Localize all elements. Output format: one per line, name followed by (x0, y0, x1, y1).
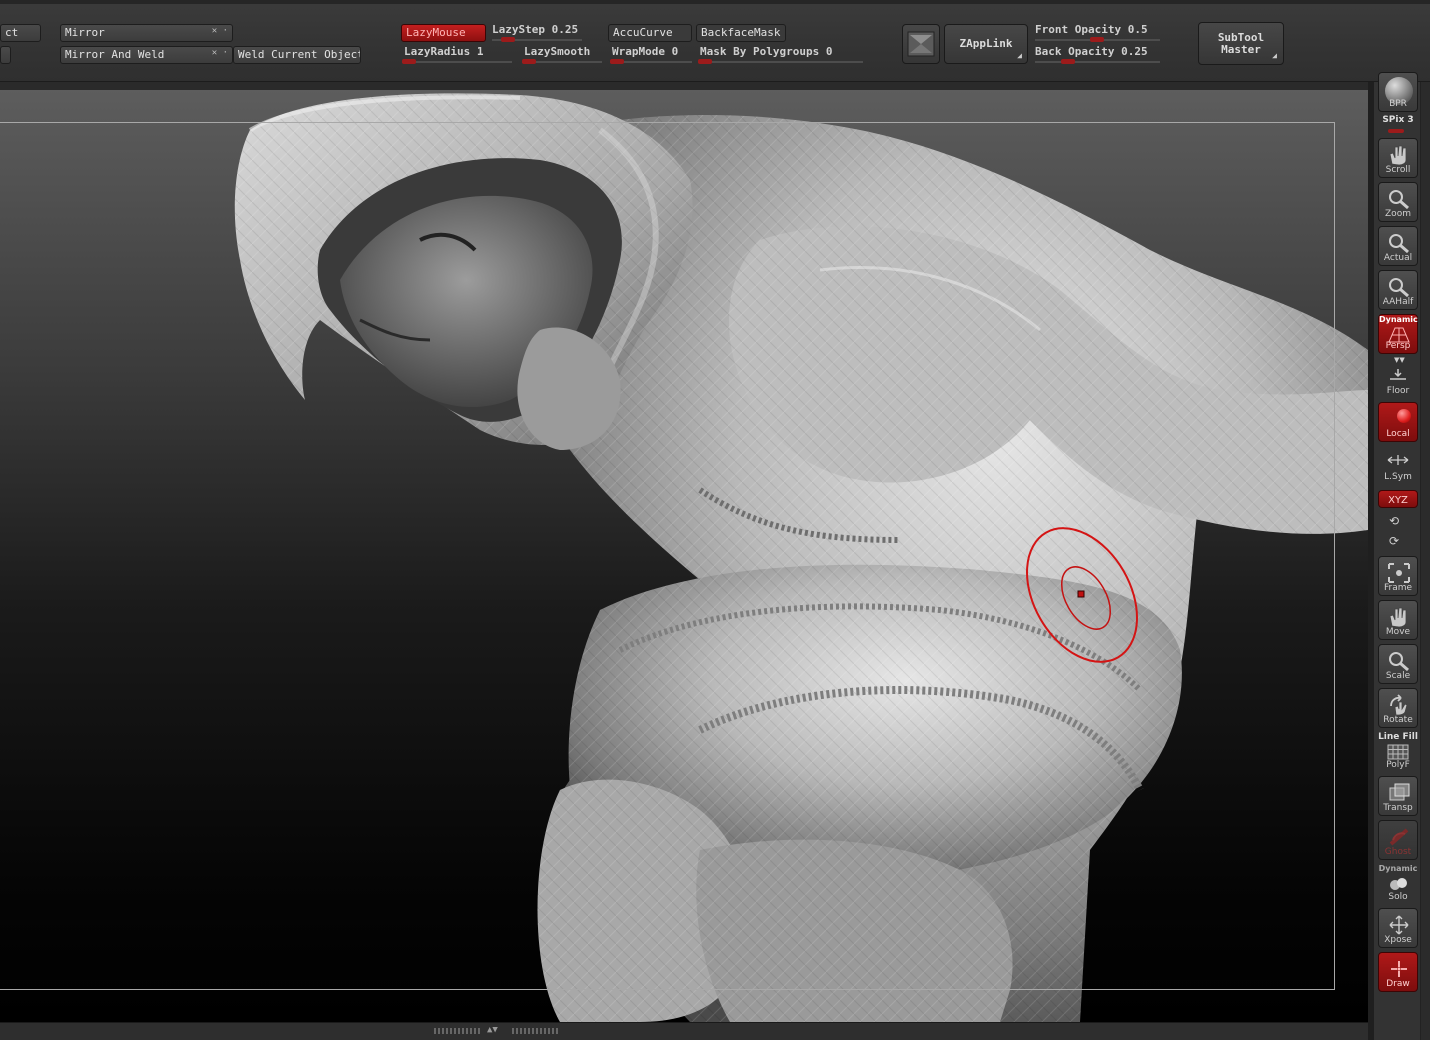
spix-slider[interactable]: SPix 3 (1374, 115, 1422, 125)
brush-cursor (1026, 527, 1138, 663)
solo-spheres-icon (1390, 878, 1407, 890)
accucurve-toggle[interactable]: AccuCurve (608, 24, 692, 42)
frame-icon (1388, 563, 1410, 583)
xyz-button[interactable]: XYZ (1378, 490, 1418, 508)
collapse-arrows-icon[interactable]: ▲▼ (487, 1025, 498, 1035)
object-button[interactable]: ct (0, 24, 41, 42)
lazyradius-slider[interactable]: LazyRadius 1 (404, 45, 483, 58)
canvas-viewport[interactable] (0, 90, 1368, 1022)
rotate-hand-icon (1390, 694, 1408, 716)
wrapmode-knob[interactable] (610, 59, 624, 64)
back-opacity-track[interactable] (1035, 61, 1160, 63)
frame-button[interactable]: Frame (1378, 556, 1418, 596)
lsym-button[interactable]: L.Sym (1378, 448, 1418, 484)
persp-button[interactable]: Dynamic Persp (1378, 314, 1418, 354)
image-plane-button[interactable] (902, 24, 940, 64)
ghost-button[interactable]: Ghost (1378, 820, 1418, 860)
zapplink-button[interactable]: ZAppLink ◢ (944, 24, 1028, 64)
polygon-grid-icon (1387, 744, 1409, 760)
polyf-button[interactable]: Line Fill PolyF (1378, 732, 1418, 772)
front-opacity-knob[interactable] (1090, 37, 1104, 42)
draw-button[interactable]: Draw (1378, 952, 1418, 992)
floor-icon (1390, 369, 1406, 380)
move-button[interactable]: Move (1378, 600, 1418, 640)
mask-by-polygroups-knob[interactable] (698, 59, 712, 64)
scroll-button[interactable]: Scroll (1378, 138, 1418, 178)
object-button-2[interactable] (0, 46, 11, 64)
wrapmode-slider[interactable]: WrapMode 0 (612, 45, 678, 58)
magnifier-icon (1389, 190, 1409, 210)
transp-button[interactable]: Transp (1378, 776, 1418, 816)
magnifier-icon (1389, 278, 1409, 298)
hand-icon (1389, 607, 1407, 628)
floor-button[interactable]: Floor (1378, 362, 1418, 398)
lazystep-knob[interactable] (501, 37, 515, 42)
lazymouse-toggle[interactable]: LazyMouse (401, 24, 486, 42)
mirror-and-weld-button[interactable]: Mirror And Weld ✕ · (60, 46, 233, 64)
rotate-y-icon[interactable]: ⟲ (1389, 514, 1399, 528)
lazystep-slider[interactable]: LazyStep 0.25 (492, 23, 578, 36)
hand-icon (1389, 145, 1407, 166)
lazysmooth-slider[interactable]: LazySmooth (524, 45, 590, 58)
draw-crosshair-icon (1391, 961, 1407, 977)
solo-button[interactable]: Dynamic Solo (1378, 864, 1418, 904)
back-opacity-slider[interactable]: Back Opacity 0.25 (1035, 45, 1148, 58)
menu-strip (0, 0, 1430, 4)
pin-icon: ✕ · (211, 26, 228, 36)
lazyradius-track[interactable] (402, 61, 512, 63)
subtool-master-button[interactable]: SubTool Master ◢ (1198, 22, 1284, 65)
front-opacity-slider[interactable]: Front Opacity 0.5 (1035, 23, 1148, 36)
back-opacity-knob[interactable] (1061, 59, 1075, 64)
image-plane-icon (907, 31, 935, 57)
bpr-button[interactable]: BPR (1378, 72, 1418, 112)
scroll-grip-left[interactable] (434, 1028, 480, 1034)
rotate-z-icon[interactable]: ⟳ (1389, 534, 1399, 548)
spix-knob[interactable] (1388, 129, 1404, 133)
backfacemask-toggle[interactable]: BackfaceMask (696, 24, 786, 42)
mirror-button[interactable]: Mirror ✕ · (60, 24, 233, 42)
corner-arrow-icon: ◢ (1272, 51, 1277, 60)
pin-icon: ✕ · (211, 48, 228, 58)
lazyradius-knob[interactable] (402, 59, 416, 64)
aahalf-button[interactable]: AAHalf (1378, 270, 1418, 310)
corner-arrow-icon: ◢ (1017, 51, 1022, 60)
magnifier-icon (1389, 234, 1409, 254)
shelf-scrollbar[interactable] (1420, 82, 1430, 1040)
xpose-arrows-icon (1389, 915, 1409, 935)
mask-by-polygroups-track[interactable] (698, 61, 863, 63)
ghost-icon (1389, 828, 1409, 846)
local-sphere-icon (1397, 409, 1411, 423)
weld-current-object-button[interactable]: Weld Current Object (233, 46, 361, 64)
bottom-scrollbar[interactable]: ▲▼ (0, 1022, 1368, 1040)
top-toolbar: ct Mirror ✕ · Mirror And Weld ✕ · Weld Cur… (0, 0, 1430, 82)
local-button[interactable]: Local (1378, 402, 1418, 442)
scroll-grip-right[interactable] (512, 1028, 558, 1034)
magnifier-icon (1389, 652, 1409, 672)
actual-button[interactable]: Actual (1378, 226, 1418, 266)
scale-button[interactable]: Scale (1378, 644, 1418, 684)
lazysmooth-knob[interactable] (522, 59, 536, 64)
transparency-icon (1389, 783, 1410, 801)
rotate-button[interactable]: Rotate (1378, 688, 1418, 728)
zoom-button[interactable]: Zoom (1378, 182, 1418, 222)
xpose-button[interactable]: Xpose (1378, 908, 1418, 948)
symmetry-icon (1387, 455, 1409, 465)
mask-by-polygroups-slider[interactable]: Mask By Polygroups 0 (700, 45, 832, 58)
